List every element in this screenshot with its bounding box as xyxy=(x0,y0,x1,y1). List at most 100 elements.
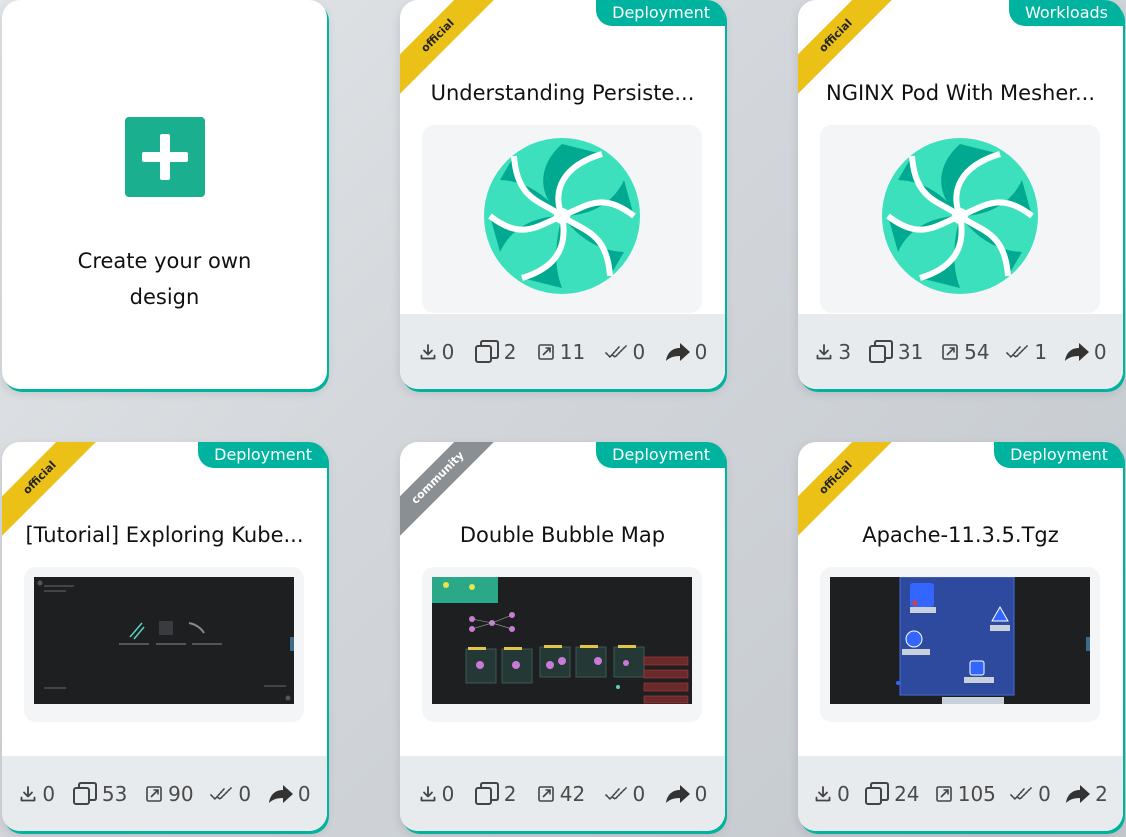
card-title: NGINX Pod With Mesher... xyxy=(825,81,1095,105)
clones-count: 2 xyxy=(503,781,517,806)
deploys-stat[interactable]: 0 xyxy=(210,782,251,806)
downloads-count: 0 xyxy=(441,339,455,364)
clones-stat[interactable]: 53 xyxy=(72,781,127,807)
design-card[interactable]: official Deployment Apache-11.3.5.Tgz 0 … xyxy=(798,442,1123,831)
deploys-stat[interactable]: 1 xyxy=(1006,340,1047,364)
download-icon xyxy=(813,784,833,804)
design-card[interactable]: official Workloads NGINX Pod With Mesher… xyxy=(798,0,1123,389)
shares-count: 0 xyxy=(694,339,708,364)
shares-stat[interactable]: 0 xyxy=(665,781,708,806)
card-stats: 3 31 54 1 0 xyxy=(798,314,1123,389)
design-thumbnail[interactable] xyxy=(422,567,702,722)
clones-stat[interactable]: 2 xyxy=(474,339,517,365)
clones-count: 24 xyxy=(894,781,920,806)
deploys-stat[interactable]: 0 xyxy=(1010,782,1051,806)
card-stats: 0 24 105 0 2 xyxy=(798,756,1123,831)
plus-icon[interactable] xyxy=(124,117,205,197)
downloads-stat[interactable]: 0 xyxy=(418,339,455,364)
card-stats: 0 53 90 0 0 xyxy=(2,756,327,831)
deploys-count: 0 xyxy=(632,339,646,364)
downloads-stat[interactable]: 3 xyxy=(814,340,851,364)
design-thumbnail[interactable] xyxy=(422,125,702,313)
design-card[interactable]: community Deployment Double Bubble Map 0… xyxy=(400,442,725,831)
downloads-stat[interactable]: 0 xyxy=(813,782,850,806)
share-icon xyxy=(268,784,294,804)
design-screenshot-icon xyxy=(830,577,1090,704)
open-icon xyxy=(934,784,954,804)
clone-icon xyxy=(864,781,890,807)
share-icon xyxy=(1064,342,1090,362)
clones-stat[interactable]: 2 xyxy=(474,781,517,807)
meshery-logo-icon xyxy=(482,136,642,296)
deploys-stat[interactable]: 0 xyxy=(605,339,646,364)
design-card[interactable]: official Deployment [Tutorial] Exploring… xyxy=(2,442,327,831)
opens-count: 11 xyxy=(559,339,586,364)
opens-stat[interactable]: 105 xyxy=(934,782,996,806)
shares-stat[interactable]: 2 xyxy=(1065,782,1108,806)
opens-count: 42 xyxy=(559,781,586,806)
type-tag: Deployment xyxy=(596,0,725,26)
opens-count: 90 xyxy=(168,781,194,806)
open-icon xyxy=(536,342,556,362)
shares-count: 0 xyxy=(694,781,708,806)
clones-count: 2 xyxy=(503,339,517,364)
opens-count: 54 xyxy=(964,339,990,364)
opens-stat[interactable]: 42 xyxy=(536,782,585,806)
design-card[interactable]: official Deployment Understanding Persis… xyxy=(400,0,725,389)
type-tag: Workloads xyxy=(1008,0,1123,26)
double-check-icon xyxy=(605,342,629,362)
design-thumbnail[interactable] xyxy=(820,125,1100,313)
clones-stat[interactable]: 31 xyxy=(868,339,923,365)
share-icon xyxy=(665,784,691,804)
downloads-count: 3 xyxy=(838,339,852,364)
download-icon xyxy=(418,342,438,362)
deploys-count: 1 xyxy=(1034,339,1048,364)
meshery-logo-icon xyxy=(880,136,1040,296)
downloads-count: 0 xyxy=(42,781,56,806)
deploys-count: 0 xyxy=(632,781,646,806)
shares-stat[interactable]: 0 xyxy=(1064,340,1107,364)
type-tag: Deployment xyxy=(596,442,725,468)
open-icon xyxy=(536,784,556,804)
type-tag: Deployment xyxy=(198,442,327,468)
downloads-stat[interactable]: 0 xyxy=(18,782,55,806)
create-design-card[interactable]: Create your own design xyxy=(2,0,327,389)
opens-stat[interactable]: 54 xyxy=(940,339,990,364)
design-screenshot-icon xyxy=(34,577,294,704)
deploys-count: 0 xyxy=(1038,781,1051,806)
opens-stat[interactable]: 11 xyxy=(536,340,585,364)
downloads-stat[interactable]: 0 xyxy=(418,781,455,806)
deploys-stat[interactable]: 0 xyxy=(605,781,646,806)
clones-count: 53 xyxy=(101,781,128,806)
card-stats: 0 2 11 0 0 xyxy=(400,314,725,389)
card-title: Double Bubble Map xyxy=(459,523,666,547)
shares-stat[interactable]: 0 xyxy=(665,339,708,364)
double-check-icon xyxy=(1010,784,1034,804)
share-icon xyxy=(1065,784,1091,804)
clone-icon xyxy=(474,339,500,365)
opens-stat[interactable]: 90 xyxy=(144,781,194,806)
share-icon xyxy=(665,342,691,362)
double-check-icon xyxy=(210,784,234,804)
deploys-count: 0 xyxy=(238,781,252,806)
download-icon xyxy=(814,342,834,362)
card-title: Understanding Persiste... xyxy=(430,81,695,105)
shares-stat[interactable]: 0 xyxy=(268,782,311,806)
clone-icon xyxy=(868,339,894,365)
clone-icon xyxy=(474,781,500,807)
design-thumbnail[interactable] xyxy=(820,567,1100,722)
downloads-count: 0 xyxy=(837,781,850,806)
design-thumbnail[interactable] xyxy=(24,567,304,722)
double-check-icon xyxy=(1006,342,1030,362)
create-design-label: Create your own design xyxy=(77,249,252,309)
shares-count: 0 xyxy=(297,781,311,806)
open-icon xyxy=(144,784,164,804)
card-title: Apache-11.3.5.Tgz xyxy=(862,523,1059,547)
card-title: [Tutorial] Exploring Kube... xyxy=(25,523,304,547)
double-check-icon xyxy=(605,784,629,804)
shares-count: 2 xyxy=(1095,781,1108,806)
downloads-count: 0 xyxy=(441,781,455,806)
clones-stat[interactable]: 24 xyxy=(864,781,920,807)
clone-icon xyxy=(72,781,98,807)
clones-count: 31 xyxy=(897,339,924,364)
